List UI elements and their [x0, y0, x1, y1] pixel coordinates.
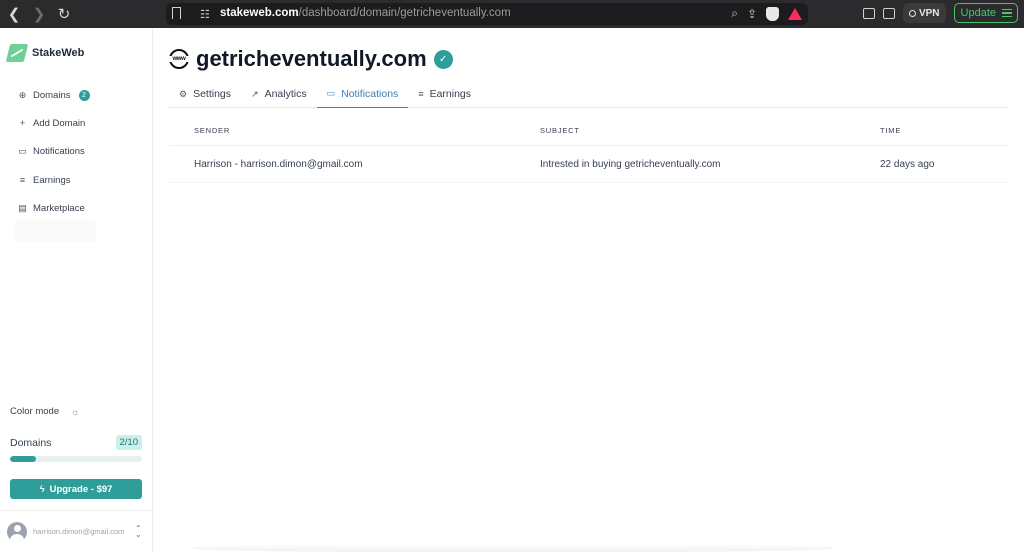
message-icon: ▭ — [18, 146, 27, 157]
table-row[interactable]: Harrison - harrison.dimon@gmail.com Intr… — [169, 146, 1008, 183]
sender-cell: Harrison - harrison.dimon@gmail.com — [194, 158, 363, 170]
sidebar-item-add-domain[interactable]: + Add Domain — [0, 109, 152, 137]
upgrade-button[interactable]: ϟ Upgrade - $97 — [10, 479, 142, 499]
site-settings-icon[interactable]: ☷ — [200, 8, 210, 21]
zoom-icon[interactable]: ⌕ — [731, 6, 738, 21]
url-host: stakeweb.com — [220, 7, 299, 19]
sidebar-item-label: Notifications — [33, 146, 85, 158]
domain-tabs: ⚙ Settings ↗ Analytics ▭ Notifications ≡… — [169, 80, 1008, 108]
menu-icon — [1002, 9, 1012, 17]
sidebar: StakeWeb ⊕ Domains 2 + Add Domain ▭ Noti… — [0, 28, 153, 552]
column-header-subject[interactable]: SUBJECT — [540, 126, 880, 135]
sidebar-item-label: Domains — [33, 89, 71, 101]
chart-icon: ↗ — [251, 88, 259, 99]
notifications-table: SENDER SUBJECT TIME Harrison - harrison.… — [169, 116, 1008, 183]
www-globe-icon: www — [168, 49, 190, 69]
domain-usage: Domains 2/10 — [10, 435, 142, 462]
account-email: harrison.dimon@gmail.com — [33, 527, 125, 536]
plus-icon: + — [19, 118, 26, 129]
brand[interactable]: StakeWeb — [5, 44, 85, 62]
vpn-label: VPN — [918, 7, 940, 19]
gear-icon: ⚙ — [179, 88, 188, 99]
placeholder-block — [14, 220, 96, 242]
domains-progress-bar — [10, 456, 142, 462]
back-icon[interactable]: ❮ — [3, 3, 25, 25]
account-switcher[interactable]: harrison.dimon@gmail.com ⌃ ⌄ — [0, 510, 152, 552]
tab-label: Earnings — [429, 88, 472, 100]
upgrade-label: Upgrade - $97 — [49, 483, 113, 495]
time-cell: 22 days ago — [880, 158, 935, 170]
column-header-sender[interactable]: SENDER — [169, 126, 540, 135]
sidebar-item-domains[interactable]: ⊕ Domains 2 — [0, 81, 152, 109]
vpn-icon — [908, 9, 916, 17]
tab-label: Settings — [193, 88, 232, 100]
tab-notifications[interactable]: ▭ Notifications — [316, 80, 409, 108]
tab-label: Notifications — [341, 87, 399, 100]
sidebar-item-label: Earnings — [33, 174, 71, 186]
update-label: Update — [960, 7, 996, 19]
domains-usage-badge: 2/10 — [115, 435, 142, 450]
vpn-button[interactable]: VPN — [902, 3, 946, 23]
sun-icon[interactable]: ☼ — [71, 407, 79, 417]
lightning-icon: ϟ — [39, 483, 45, 495]
table-header: SENDER SUBJECT TIME — [169, 116, 1008, 146]
brave-shields-icon[interactable] — [766, 6, 779, 21]
stakeweb-logo-icon — [5, 44, 29, 62]
sidebar-nav: ⊕ Domains 2 + Add Domain ▭ Notifications… — [0, 81, 152, 222]
money-icon: ≡ — [19, 175, 26, 186]
share-icon[interactable]: ⇪ — [747, 7, 757, 21]
tab-analytics[interactable]: ↗ Analytics — [241, 80, 317, 108]
reload-icon[interactable]: ↻ — [53, 3, 75, 25]
brand-name: StakeWeb — [32, 47, 85, 59]
color-mode-toggle[interactable]: Color mode ☼ — [10, 406, 79, 417]
domains-progress-fill — [10, 456, 37, 462]
subject-cell: Intrested in buying getricheventually.co… — [540, 158, 721, 170]
message-icon: ▭ — [326, 88, 336, 98]
url-path: /dashboard/domain/getricheventually.com — [298, 7, 511, 19]
globe-icon: ⊕ — [18, 89, 27, 100]
brave-rewards-icon[interactable] — [788, 7, 802, 20]
sidebar-item-marketplace[interactable]: ▤ Marketplace — [0, 194, 152, 222]
money-icon: ≡ — [418, 89, 424, 99]
color-mode-label: Color mode — [10, 406, 60, 417]
url-text[interactable]: stakeweb.com/dashboard/domain/getricheve… — [220, 7, 511, 19]
bookmark-icon[interactable] — [172, 7, 181, 22]
domains-count-badge: 2 — [78, 89, 90, 101]
store-icon: ▤ — [18, 202, 27, 213]
verified-check-icon: ✓ — [433, 49, 453, 69]
tab-label: Analytics — [264, 88, 307, 100]
sidebar-item-notifications[interactable]: ▭ Notifications — [0, 138, 152, 166]
main-content: www getricheventually.com ✓ ⚙ Settings ↗… — [153, 28, 1024, 552]
page-title: getricheventually.com — [196, 46, 427, 71]
update-button[interactable]: Update — [953, 3, 1018, 23]
address-bar[interactable]: ☷ stakeweb.com/dashboard/domain/getriche… — [166, 3, 808, 25]
wallet-icon[interactable] — [882, 7, 895, 19]
sidebar-toggle-icon[interactable] — [862, 7, 875, 19]
bottom-shadow — [193, 544, 833, 552]
tab-earnings[interactable]: ≡ Earnings — [408, 80, 481, 108]
column-header-time[interactable]: TIME — [880, 126, 1008, 135]
tab-settings[interactable]: ⚙ Settings — [169, 80, 241, 108]
sidebar-item-earnings[interactable]: ≡ Earnings — [0, 166, 152, 194]
chevron-up-down-icon: ⌃ ⌄ — [135, 523, 142, 539]
page-header: www getricheventually.com ✓ — [168, 46, 453, 72]
browser-toolbar: ❮ ❯ ↻ ☷ stakeweb.com/dashboard/domain/ge… — [0, 0, 1024, 28]
forward-icon[interactable]: ❯ — [28, 3, 50, 25]
domains-usage-label: Domains — [10, 436, 52, 449]
avatar — [7, 521, 27, 542]
sidebar-item-label: Add Domain — [33, 117, 86, 129]
sidebar-item-label: Marketplace — [33, 202, 85, 214]
